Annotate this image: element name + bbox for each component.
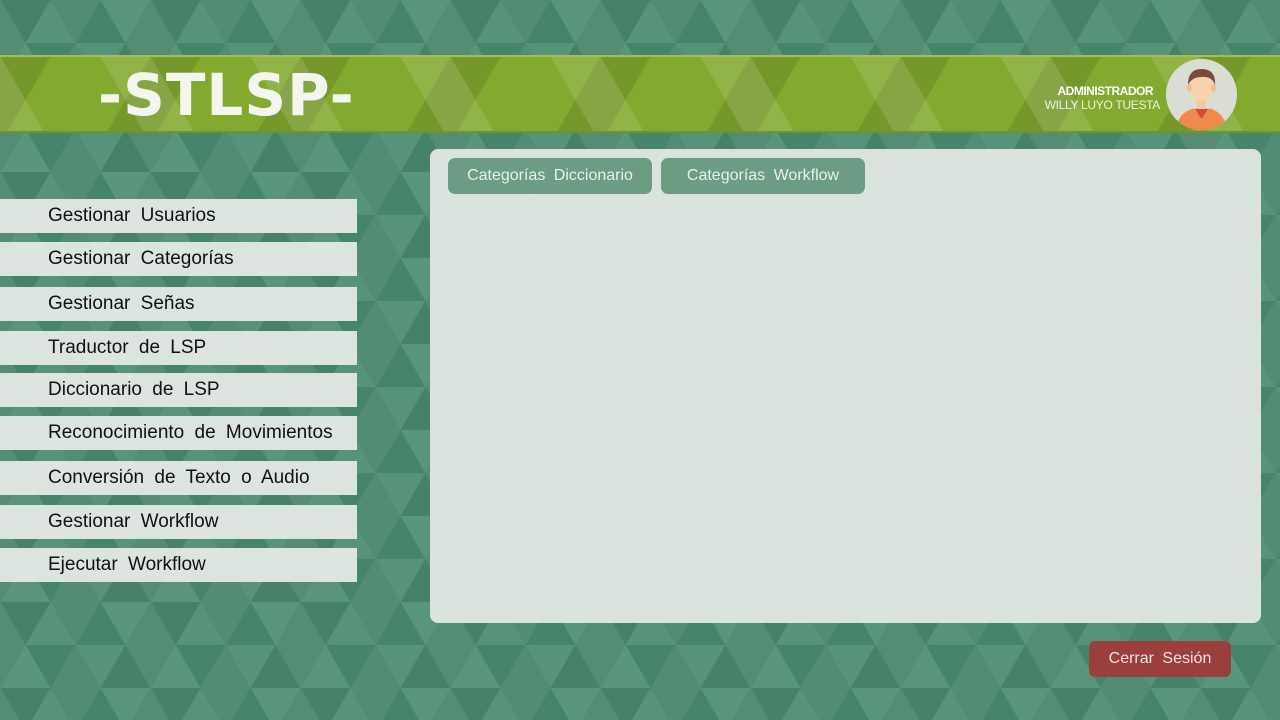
user-name: WILLY LUYO TUESTA bbox=[1044, 98, 1161, 112]
avatar[interactable] bbox=[1166, 59, 1237, 130]
logout-button[interactable]: Cerrar Sesión bbox=[1089, 641, 1231, 677]
menu-item-traductor-lsp[interactable]: Traductor de LSP bbox=[0, 331, 357, 365]
menu-item-ejecutar-workflow[interactable]: Ejecutar Workflow bbox=[0, 548, 357, 582]
menu-item-gestionar-usuarios[interactable]: Gestionar Usuarios bbox=[0, 199, 357, 233]
menu-item-gestionar-workflow[interactable]: Gestionar Workflow bbox=[0, 505, 357, 539]
menu-item-conversion-texto-audio[interactable]: Conversión de Texto o Audio bbox=[0, 461, 357, 495]
menu-item-diccionario-lsp[interactable]: Diccionario de LSP bbox=[0, 373, 357, 407]
app-header: -STLSP- ADMINISTRADOR WILLY LUYO TUESTA bbox=[0, 55, 1280, 133]
app-logo: -STLSP- bbox=[98, 61, 355, 129]
content-panel: Categorías Diccionario Categorías Workfl… bbox=[430, 149, 1261, 623]
user-avatar-icon bbox=[1166, 59, 1237, 130]
menu-item-gestionar-senas[interactable]: Gestionar Señas bbox=[0, 287, 357, 321]
user-role: ADMINISTRADOR bbox=[1057, 84, 1154, 98]
tab-categorias-workflow[interactable]: Categorías Workflow bbox=[661, 158, 865, 194]
tab-categorias-diccionario[interactable]: Categorías Diccionario bbox=[448, 158, 652, 194]
menu-item-reconocimiento-movimientos[interactable]: Reconocimiento de Movimientos bbox=[0, 416, 357, 450]
menu-item-gestionar-categorias[interactable]: Gestionar Categorías bbox=[0, 242, 357, 276]
